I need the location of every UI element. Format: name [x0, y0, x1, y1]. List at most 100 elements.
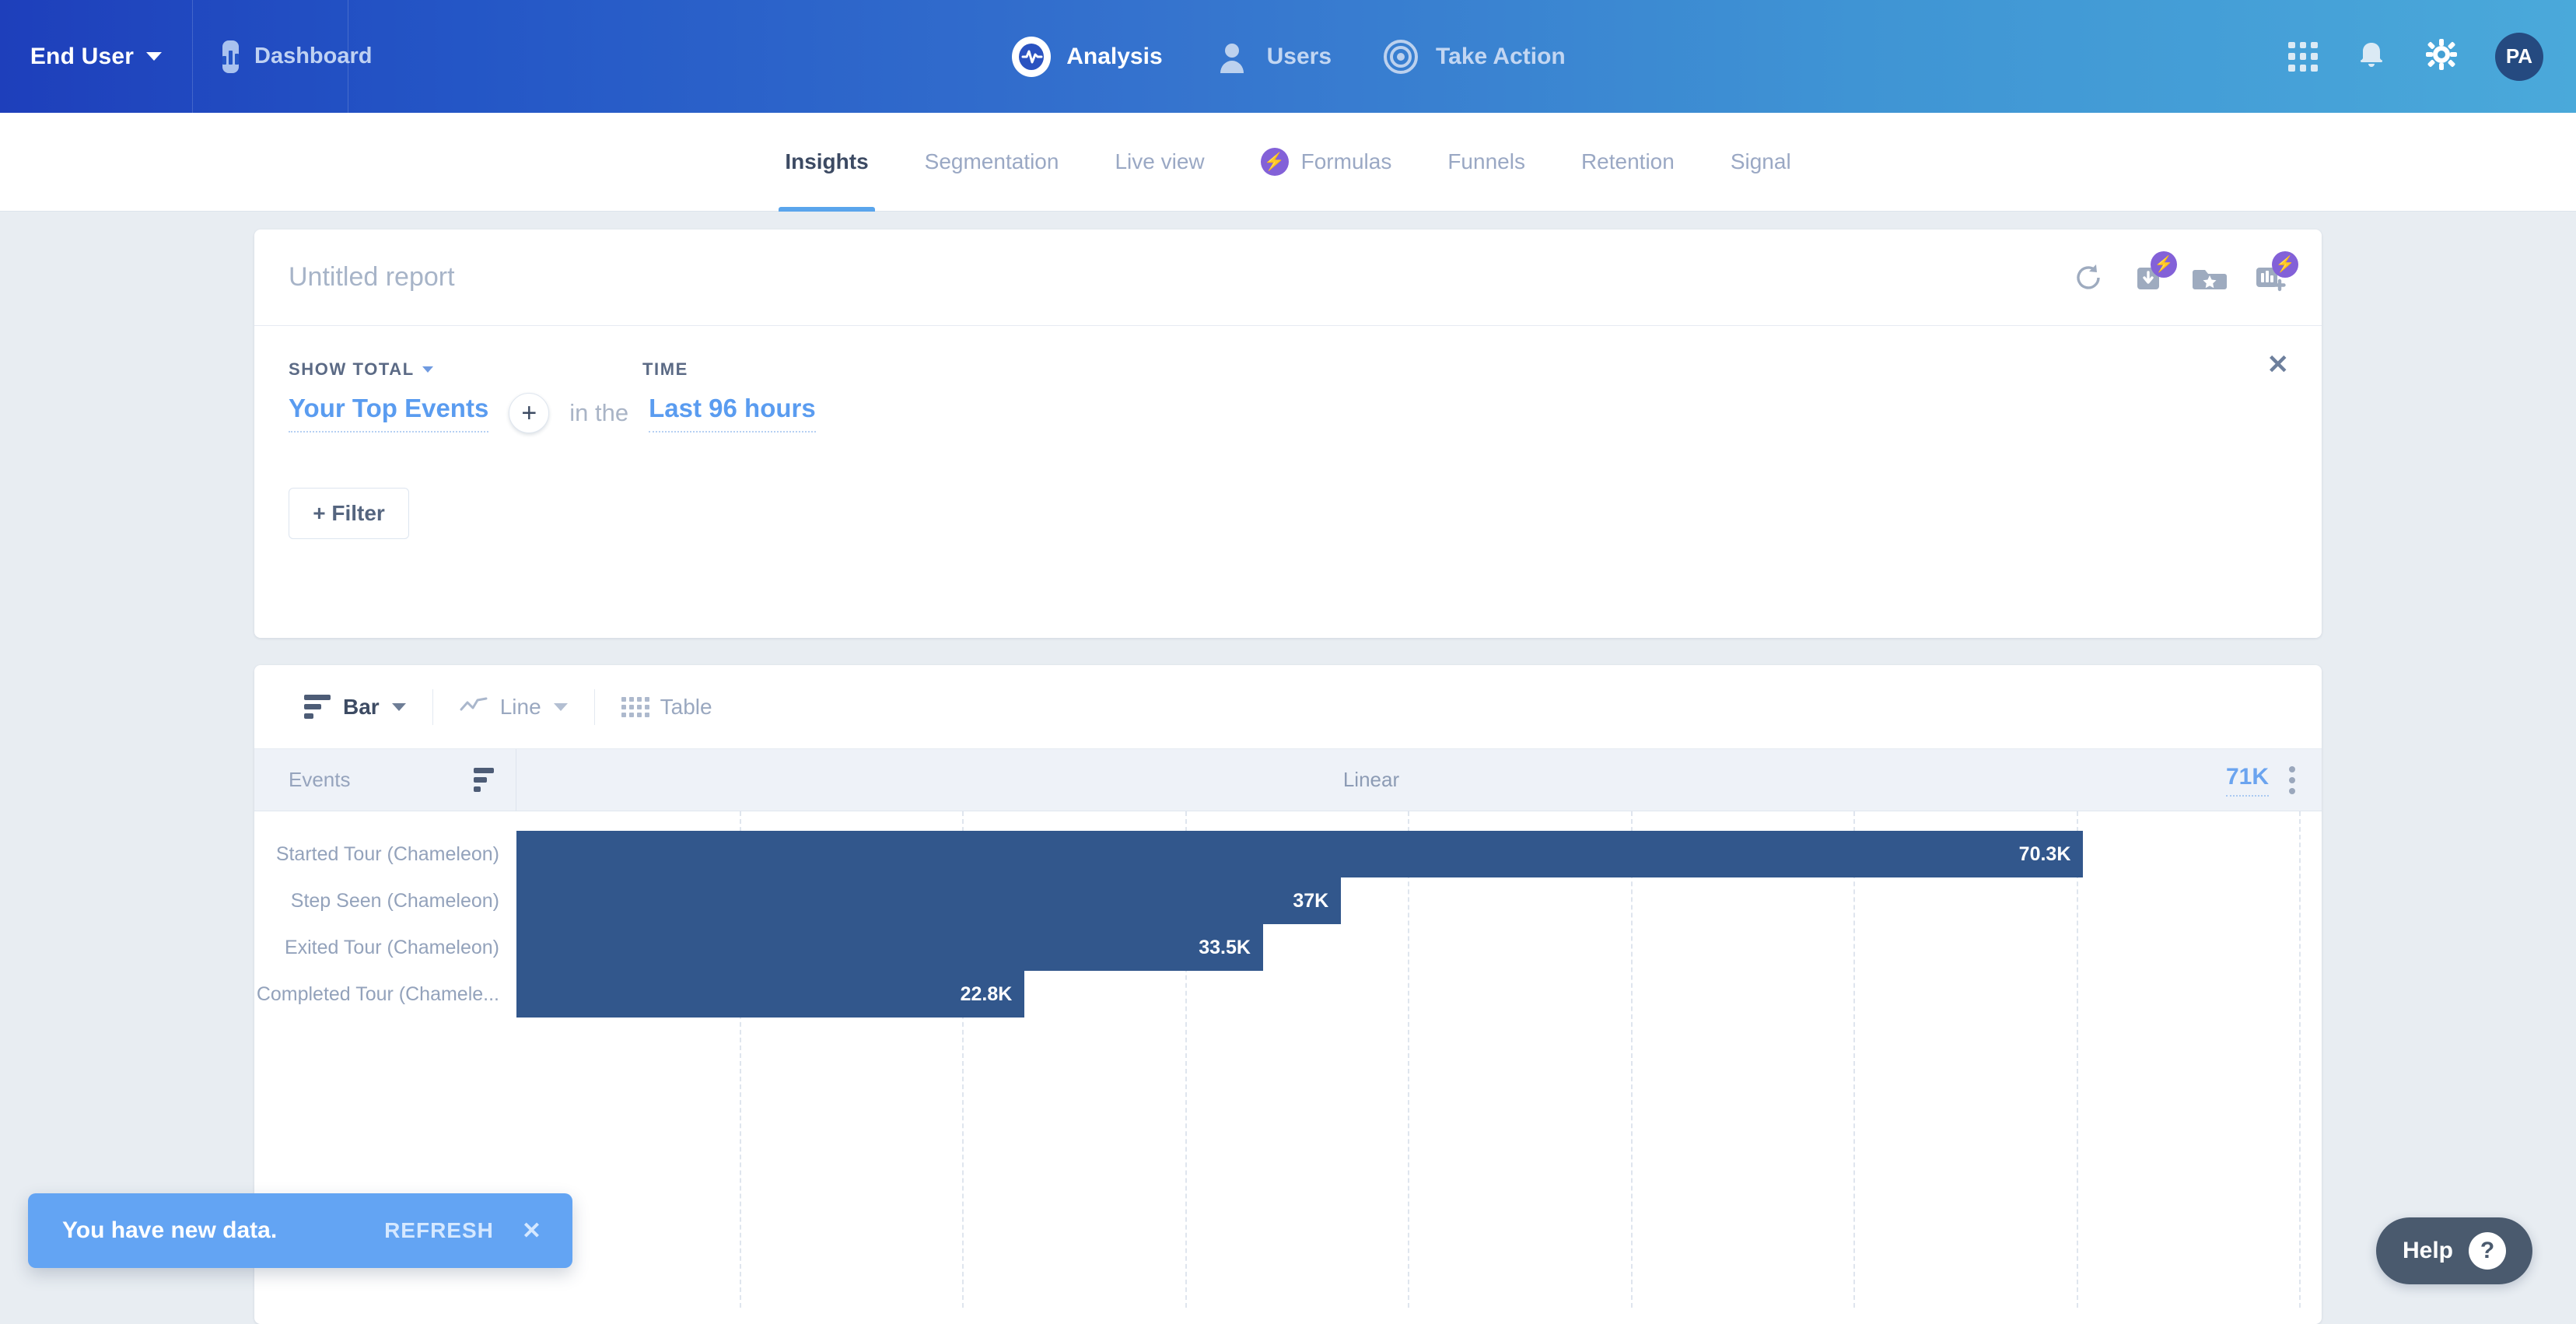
- tab-retention[interactable]: Retention: [1553, 113, 1703, 212]
- person-icon: [1211, 36, 1253, 78]
- events-column-label: Events: [289, 768, 351, 791]
- tab-funnels[interactable]: Funnels: [1419, 113, 1553, 212]
- nav-item-take-action[interactable]: Take Action: [1380, 36, 1566, 78]
- avatar[interactable]: PA: [2495, 32, 2543, 81]
- workspace-label: End User: [30, 43, 135, 69]
- line-chart-icon: [460, 695, 488, 720]
- top-bar-actions: PA: [2288, 0, 2543, 113]
- save-folder-icon[interactable]: [2193, 261, 2227, 295]
- chart-type-table[interactable]: Table: [595, 695, 739, 720]
- tab-insights[interactable]: Insights: [757, 113, 896, 212]
- add-event-button[interactable]: +: [509, 393, 550, 433]
- toast-close-icon[interactable]: ✕: [522, 1217, 541, 1245]
- add-filter-button[interactable]: + Filter: [289, 488, 409, 539]
- chart-type-line[interactable]: Line: [433, 695, 594, 720]
- bar-chart-icon: [304, 695, 331, 719]
- new-data-toast: You have new data. REFRESH ✕: [28, 1193, 572, 1268]
- bar[interactable]: 70.3K: [516, 831, 2084, 877]
- toast-message: You have new data.: [62, 1217, 278, 1243]
- category-label: Started Tour (Chameleon): [275, 842, 499, 865]
- bar[interactable]: 37K: [516, 877, 1342, 924]
- nav-item-analysis[interactable]: Analysis: [1010, 36, 1163, 78]
- bar-value-label: 22.8K: [960, 982, 1013, 1005]
- dashboard-icon: [222, 40, 239, 73]
- category-label: Exited Tour (Chameleon): [284, 936, 499, 958]
- chevron-down-icon: [146, 52, 163, 61]
- sort-icon[interactable]: [474, 768, 494, 792]
- time-range-selector[interactable]: Last 96 hours: [649, 394, 816, 433]
- bar-value-label: 70.3K: [2018, 842, 2071, 865]
- tab-signal[interactable]: Signal: [1703, 113, 1819, 212]
- add-to-dashboard-icon[interactable]: ⚡: [2253, 250, 2298, 295]
- scale-label: Linear: [1342, 768, 1400, 791]
- toast-actions: REFRESH ✕: [384, 1217, 541, 1245]
- event-selector[interactable]: Your Top Events: [289, 394, 489, 433]
- category-label: Completed Tour (Chamele...: [256, 982, 499, 1005]
- bar[interactable]: 33.5K: [516, 924, 1263, 971]
- download-icon[interactable]: ⚡: [2132, 250, 2177, 295]
- pulse-icon: [1010, 36, 1052, 78]
- question-mark-icon: ?: [2469, 1232, 2506, 1270]
- bar-value-label: 33.5K: [1199, 936, 1251, 958]
- events-column-header[interactable]: Events: [254, 748, 516, 811]
- tab-formulas[interactable]: ⚡ Formulas: [1233, 113, 1420, 212]
- secondary-nav: Insights Segmentation Live view ⚡ Formul…: [0, 113, 2576, 212]
- tab-label-funnels: Funnels: [1447, 149, 1525, 173]
- time-label: TIME: [642, 359, 688, 379]
- query-field-values: Your Top Events + in the Last 96 hours: [289, 384, 2287, 443]
- gear-icon[interactable]: [2425, 38, 2458, 75]
- bar-row: 22.8K: [516, 971, 2322, 1018]
- bell-icon[interactable]: [2355, 38, 2388, 75]
- chevron-down-icon[interactable]: [391, 702, 406, 711]
- workspace-switcher[interactable]: End User: [0, 0, 193, 113]
- report-toolbar: ⚡ ⚡: [2071, 250, 2298, 295]
- help-button[interactable]: Help ?: [2375, 1217, 2532, 1284]
- avatar-initials: PA: [2505, 44, 2533, 68]
- chart-total-value[interactable]: 71K: [2225, 764, 2269, 797]
- report-title-input[interactable]: Untitled report: [289, 262, 455, 292]
- add-to-dashboard-badge: ⚡: [2272, 250, 2298, 278]
- tab-label-segmentation: Segmentation: [924, 149, 1059, 173]
- bolt-icon: ⚡: [1260, 148, 1289, 176]
- dashboard-nav-item[interactable]: Dashboard: [193, 0, 372, 113]
- plot-area: 70.3K 37K 33.5K 22.8K: [516, 811, 2322, 1308]
- kebab-menu-icon[interactable]: [2289, 765, 2295, 794]
- nav-item-users[interactable]: Users: [1211, 36, 1332, 78]
- query-field-labels: SHOW TOTAL TIME: [289, 356, 2287, 384]
- chart-type-bar[interactable]: Bar: [278, 695, 432, 720]
- chart-header-actions: 71K: [2225, 764, 2322, 797]
- bar[interactable]: 22.8K: [516, 971, 1025, 1018]
- chart-type-bar-label: Bar: [343, 694, 380, 719]
- toast-refresh-button[interactable]: REFRESH: [384, 1218, 494, 1243]
- chevron-down-icon[interactable]: [553, 702, 568, 711]
- chart-type-table-label: Table: [660, 694, 712, 719]
- chart-header-strip: Events Linear 71K: [254, 748, 2322, 811]
- bar-row: 33.5K: [516, 924, 2322, 971]
- chart-type-line-label: Line: [499, 694, 541, 719]
- measure-label: SHOW TOTAL: [289, 359, 415, 379]
- target-icon: [1380, 36, 1422, 78]
- category-labels: Started Tour (Chameleon) Step Seen (Cham…: [254, 811, 516, 1018]
- close-query-button[interactable]: ✕: [2267, 349, 2290, 380]
- query-builder-card: Untitled report ⚡ ⚡ ✕ SHOW TOTAL TIME Yo…: [254, 229, 2322, 638]
- chevron-down-icon: [422, 366, 433, 373]
- nav-label-analysis: Analysis: [1066, 43, 1163, 69]
- table-grid-icon: [621, 696, 649, 717]
- refresh-icon[interactable]: [2071, 261, 2105, 295]
- query-builder-body: ✕ SHOW TOTAL TIME Your Top Events + in t…: [254, 326, 2322, 443]
- download-badge: ⚡: [2151, 250, 2177, 278]
- tab-live-view[interactable]: Live view: [1087, 113, 1232, 212]
- measure-selector[interactable]: SHOW TOTAL: [289, 359, 475, 380]
- tab-label-live-view: Live view: [1115, 149, 1205, 173]
- help-label: Help: [2402, 1238, 2453, 1263]
- dashboard-label: Dashboard: [254, 44, 373, 68]
- tab-segmentation[interactable]: Segmentation: [897, 113, 1087, 212]
- bar-value-label: 37K: [1293, 889, 1329, 912]
- apps-grid-icon[interactable]: [2288, 41, 2318, 72]
- bar-row: 70.3K: [516, 831, 2322, 877]
- tab-label-insights: Insights: [785, 149, 869, 173]
- nav-label-users: Users: [1266, 43, 1332, 69]
- report-title-row: Untitled report ⚡ ⚡: [254, 229, 2322, 326]
- tab-label-retention: Retention: [1580, 149, 1675, 173]
- tab-label-formulas: Formulas: [1300, 149, 1392, 173]
